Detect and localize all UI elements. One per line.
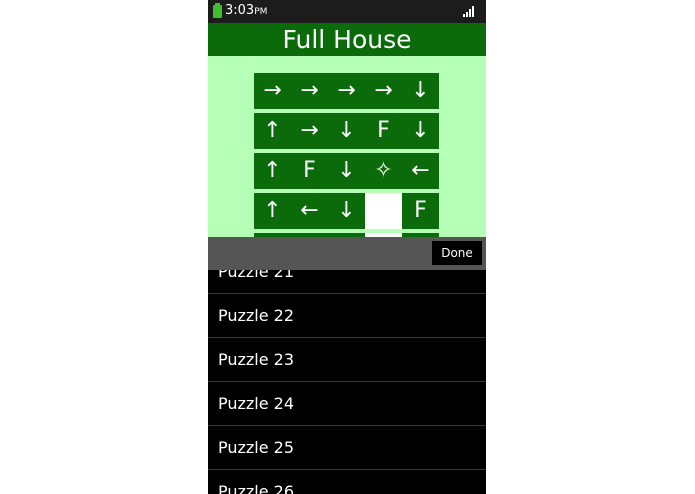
app-header: Full House <box>208 23 486 56</box>
board-cell[interactable]: → <box>291 113 328 149</box>
list-item[interactable]: Puzzle 23 <box>208 338 486 382</box>
board-cell[interactable]: ↓ <box>402 113 439 149</box>
list-item[interactable]: Puzzle 22 <box>208 294 486 338</box>
board-row: → → → → ↓ <box>254 73 440 109</box>
board-cell[interactable]: ↓ <box>402 73 439 109</box>
board-cell[interactable]: ← <box>402 153 439 189</box>
board-cell-empty[interactable] <box>365 193 402 229</box>
board-cell[interactable]: F <box>402 193 439 229</box>
board-cell[interactable]: ↓ <box>328 193 365 229</box>
picker-toolbar: Done <box>208 237 486 270</box>
status-clock: 3:03PM <box>225 3 267 20</box>
clock-time: 3:03 <box>225 3 255 18</box>
board-cell[interactable]: F <box>365 113 402 149</box>
board-cell[interactable]: ↑ <box>254 193 291 229</box>
board-cell[interactable]: ↑ <box>254 113 291 149</box>
board-cell[interactable]: → <box>365 73 402 109</box>
board-row: ↑ ← ↓ F <box>254 193 440 229</box>
clock-ampm: PM <box>254 7 268 17</box>
list-item[interactable]: Puzzle 21 <box>208 270 486 294</box>
status-bar: 3:03PM <box>208 0 486 23</box>
puzzle-board-area: → → → → ↓ ↑ → ↓ F ↓ ↑ F ↓ ✧ ← ↑ ← ↓ F <box>208 56 486 237</box>
phone-screen: 3:03PM Full House → → → → ↓ ↑ → ↓ F ↓ ↑ … <box>208 0 486 494</box>
board-cell[interactable]: ↓ <box>328 113 365 149</box>
board-cell[interactable]: ← <box>291 193 328 229</box>
board-cell[interactable]: F <box>291 153 328 189</box>
board-row: ↑ F ↓ ✧ ← <box>254 153 440 189</box>
page-title: Full House <box>282 25 412 54</box>
done-button[interactable]: Done <box>432 241 482 265</box>
list-item[interactable]: Puzzle 25 <box>208 426 486 470</box>
list-item[interactable]: Puzzle 26 <box>208 470 486 494</box>
board-cell[interactable]: → <box>328 73 365 109</box>
list-item[interactable]: Puzzle 24 <box>208 382 486 426</box>
board-cell-star[interactable]: ✧ <box>365 153 402 189</box>
battery-icon <box>213 3 222 18</box>
board-row: ↑ → ↓ F ↓ <box>254 113 440 149</box>
signal-icon <box>463 6 477 17</box>
board-cell[interactable]: → <box>254 73 291 109</box>
board-cell[interactable]: ↓ <box>328 153 365 189</box>
puzzle-picker-list[interactable]: Puzzle 21 Puzzle 22 Puzzle 23 Puzzle 24 … <box>208 270 486 494</box>
board-cell[interactable]: ↑ <box>254 153 291 189</box>
board-cell[interactable]: → <box>291 73 328 109</box>
